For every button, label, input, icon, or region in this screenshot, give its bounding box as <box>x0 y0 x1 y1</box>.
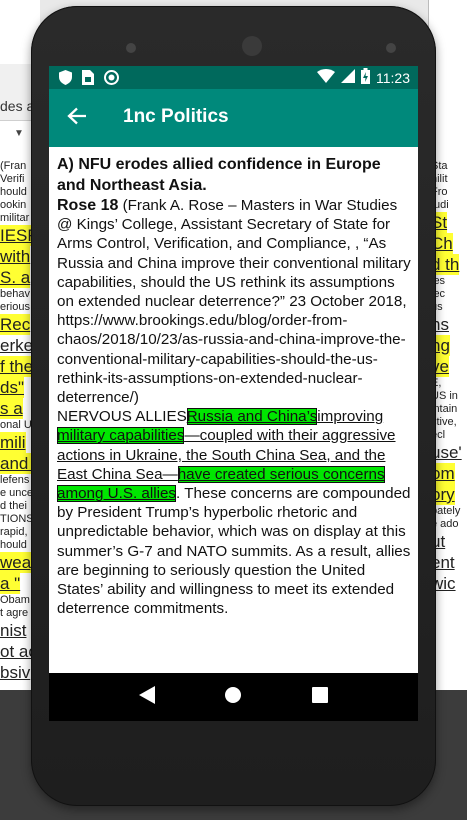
phone-screen: 11:23 1nc Politics A) NFU erodes allied … <box>49 66 418 721</box>
background-text-fragment: erke <box>0 336 34 355</box>
background-text-fragment: hould <box>0 539 27 551</box>
nav-back-button[interactable] <box>127 677 167 717</box>
background-toolbar-text: des a <box>0 98 35 114</box>
cite-author: Rose 18 <box>57 197 119 214</box>
background-text-fragment: militar <box>0 212 30 224</box>
background-text-fragment: ookin <box>0 199 27 211</box>
arrow-back-icon <box>67 107 87 130</box>
sensor-icon <box>126 43 136 53</box>
navigation-bar <box>49 673 418 721</box>
card-content: A) NFU erodes allied confidence in Europ… <box>57 155 412 618</box>
background-text-fragment: Verifi <box>0 173 25 185</box>
back-button[interactable] <box>63 104 91 132</box>
wifi-icon <box>317 69 335 86</box>
recents-square-icon <box>311 686 328 708</box>
status-bar: 11:23 <box>49 66 418 89</box>
background-text-fragment: Rec <box>0 314 31 335</box>
front-camera-icon <box>242 36 262 56</box>
background-text-fragment: hould <box>0 186 27 198</box>
app-bar: 1nc Politics <box>49 89 418 147</box>
background-text-fragment: bsiv <box>0 663 31 682</box>
underlined-text: improving <box>317 408 384 426</box>
sensor-icon <box>386 43 396 53</box>
card-citation: Rose 18 (Frank A. Rose – Masters in War … <box>57 196 412 407</box>
background-text-fragment: nist <box>0 621 27 640</box>
back-triangle-icon <box>139 685 156 709</box>
background-text-fragment: rapid, <box>0 526 28 538</box>
background-text-fragment: mili <box>0 432 26 453</box>
card-body: NERVOUS ALLIESRussia and China’simprovin… <box>57 407 412 618</box>
background-text-fragment: s a <box>0 398 23 419</box>
home-circle-icon <box>224 686 242 709</box>
cite-body: (Frank A. Rose – Masters in War Studies … <box>57 197 411 407</box>
background-text-fragment: d thei <box>0 500 27 512</box>
highlighted-text: Russia and China’s <box>186 408 318 426</box>
nav-recents-button[interactable] <box>300 677 340 717</box>
body-prefix: NERVOUS ALLIES <box>57 408 187 426</box>
background-text-fragment: erious <box>0 301 30 313</box>
background-text-fragment: Obam <box>0 594 30 606</box>
nav-home-button[interactable] <box>213 677 253 717</box>
shield-icon <box>59 70 72 90</box>
battery-icon <box>361 68 370 87</box>
background-text-fragment: ds" <box>0 377 24 398</box>
background-text-fragment: with <box>0 246 31 267</box>
body-text: . These concerns are compounded by Presi… <box>57 485 411 618</box>
background-text-fragment: (Fran <box>0 160 27 172</box>
page-title: 1nc Politics <box>123 106 229 127</box>
background-text-fragment: lefens <box>0 474 30 486</box>
signal-icon <box>341 69 355 86</box>
card-heading: A) NFU erodes allied confidence in Europ… <box>57 156 381 194</box>
circle-icon <box>104 70 119 90</box>
highlighted-text: military capabilities <box>57 427 185 445</box>
background-text-fragment: onal U <box>0 419 32 431</box>
background-text-fragment: a " <box>0 573 21 594</box>
background-text-fragment: e unce <box>0 487 34 499</box>
sim-card-icon <box>82 70 94 90</box>
chevron-down-icon: ▼ <box>14 128 24 139</box>
clock-time: 11:23 <box>376 69 410 86</box>
background-text-fragment: S. a <box>0 267 31 288</box>
background-text-fragment: TIONS <box>0 513 34 525</box>
background-text-fragment: behav <box>0 288 30 300</box>
background-text-fragment: f the <box>0 356 34 377</box>
background-text-fragment: t agre <box>0 607 29 619</box>
